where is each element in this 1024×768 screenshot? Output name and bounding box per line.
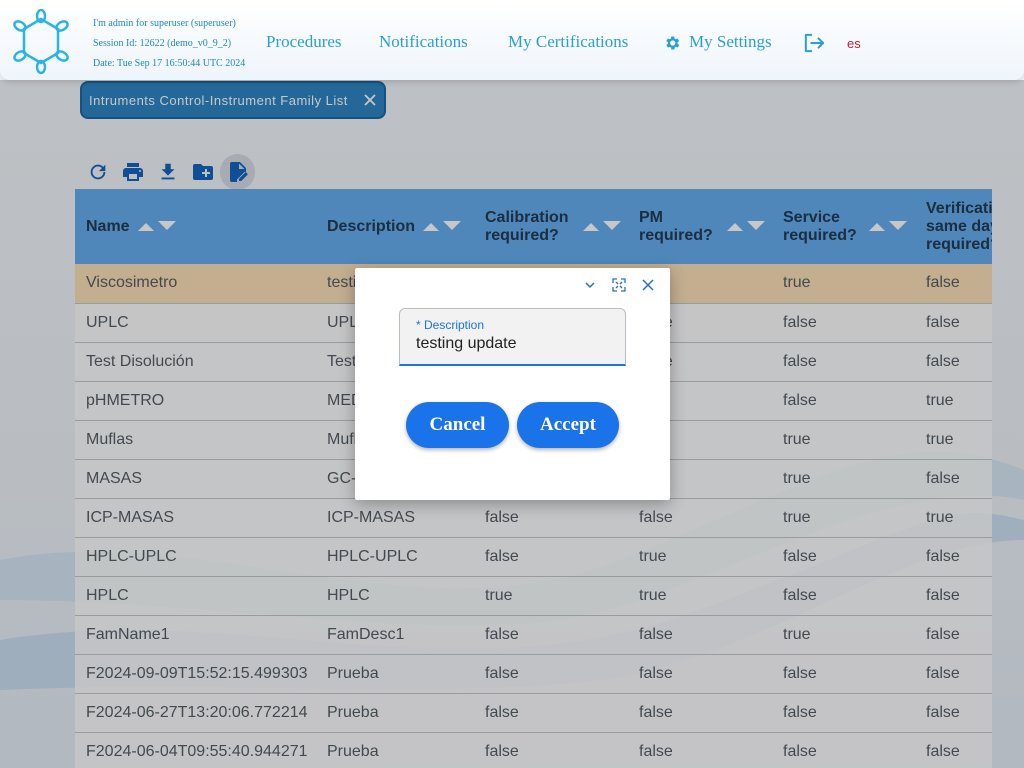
edit-description-dialog: * Description Cancel Accept [355,268,670,500]
logout-icon[interactable] [803,33,825,53]
nav-my-certifications[interactable]: My Certifications [508,32,628,52]
nav-notifications[interactable]: Notifications [379,32,468,52]
accept-button[interactable]: Accept [517,402,619,448]
chevron-down-icon[interactable] [583,278,597,292]
session-id: Session Id: 12622 (demo_v0_9_2) [93,38,232,49]
description-label: * Description [416,318,485,332]
nav-my-settings[interactable]: My Settings [689,32,772,52]
session-date: Date: Tue Sep 17 16:50:44 UTC 2024 [93,58,246,69]
app-logo[interactable] [12,9,70,75]
description-field[interactable]: * Description [399,308,626,366]
app-header: I'm admin for superuser (superuser) Sess… [0,0,1024,80]
nav-procedures[interactable]: Procedures [266,32,342,52]
gear-icon[interactable] [663,34,681,52]
cancel-button[interactable]: Cancel [406,402,509,448]
fullscreen-icon[interactable] [612,278,626,292]
description-input[interactable] [416,335,616,353]
session-user: I'm admin for superuser (superuser) [93,18,236,29]
close-icon[interactable] [641,278,655,292]
language-switch[interactable]: es [847,36,861,51]
session-info: I'm admin for superuser (superuser) Sess… [93,14,245,74]
